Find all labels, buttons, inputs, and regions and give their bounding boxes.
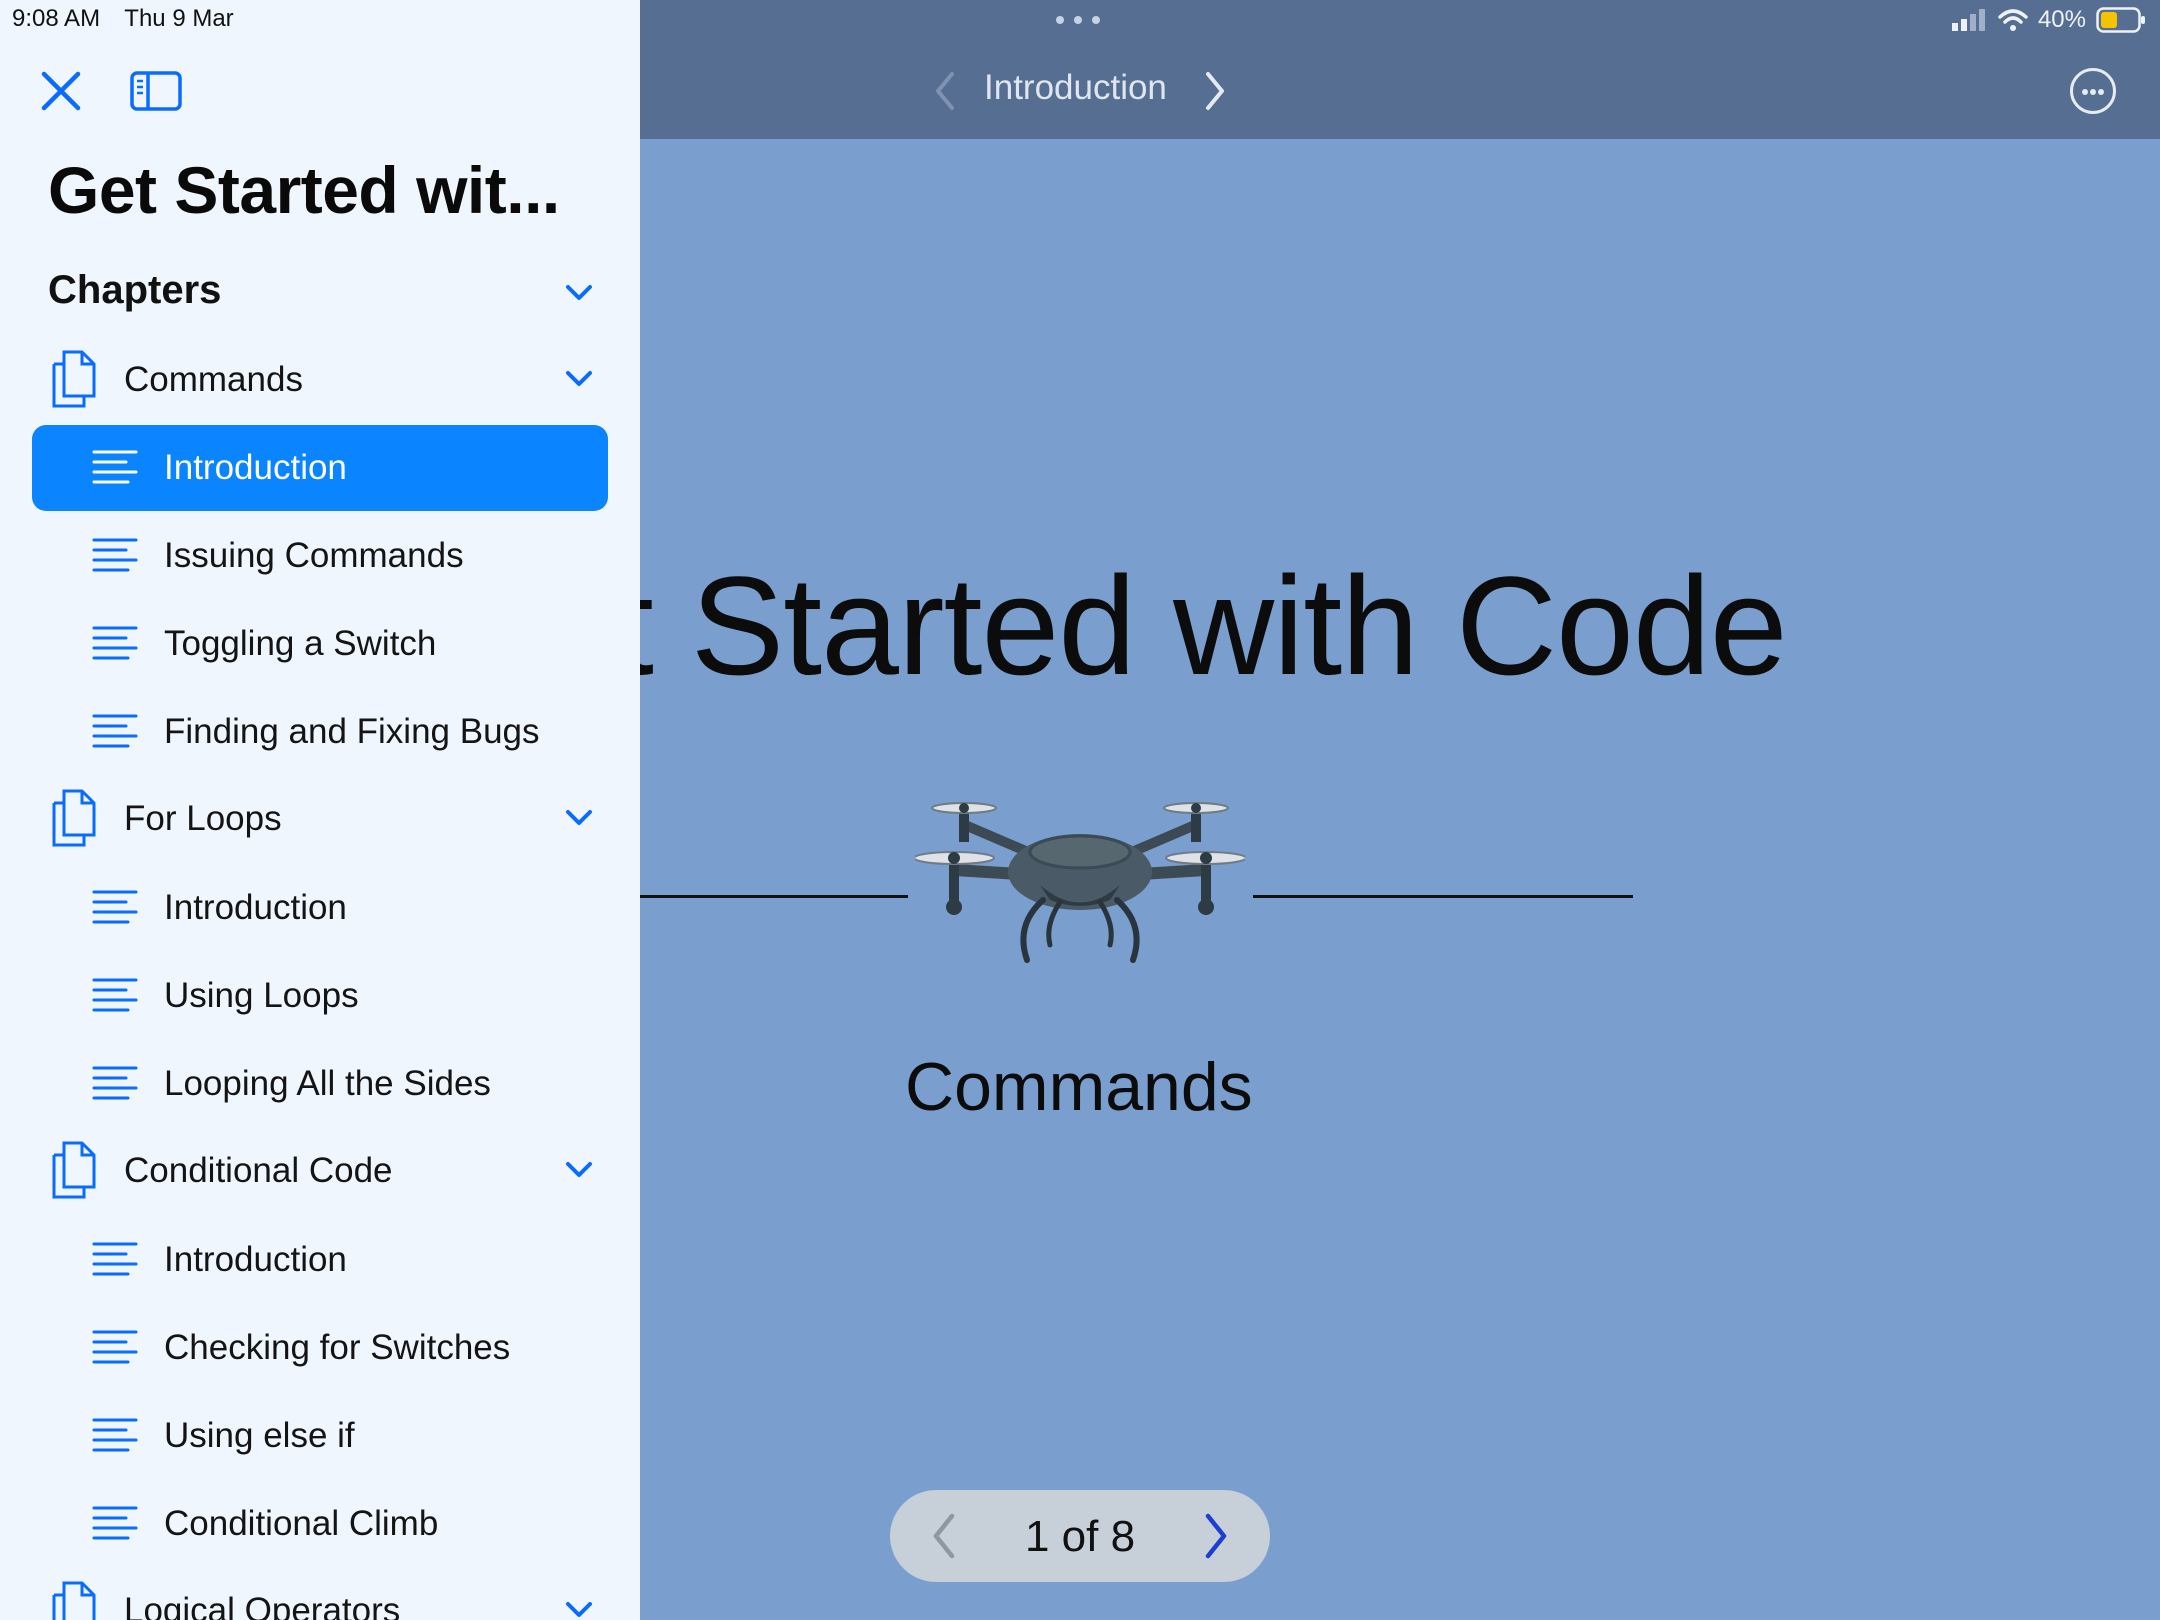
page-label: Using else if: [164, 1416, 355, 1455]
wifi-icon: [1998, 9, 2028, 31]
page-row[interactable]: Looping All the Sides: [32, 1041, 608, 1127]
page-row[interactable]: Issuing Commands: [32, 513, 608, 599]
chapter-subtitle: Commands: [905, 1049, 1253, 1125]
text-lines-icon: [92, 626, 138, 660]
text-lines-icon: [92, 1418, 138, 1452]
page-label: Looping All the Sides: [164, 1064, 491, 1103]
page-label: Finding and Fixing Bugs: [164, 712, 540, 751]
divider-right: [1253, 895, 1633, 898]
status-indicators: 40%: [1951, 4, 2146, 36]
page-row[interactable]: Using else if: [32, 1393, 608, 1479]
page-label: Issuing Commands: [164, 536, 464, 575]
text-lines-icon: [92, 450, 138, 484]
chapter-label: For Loops: [124, 799, 282, 838]
page-row[interactable]: Toggling a Switch: [32, 601, 608, 687]
chapter-conditional-code[interactable]: Conditional Code: [32, 1129, 608, 1215]
more-options-button[interactable]: [2070, 68, 2116, 114]
chevron-right-icon[interactable]: [1200, 70, 1230, 112]
battery-percentage: 40%: [2037, 6, 2086, 33]
status-time: 9:08 AM: [12, 5, 101, 32]
divider-left: [640, 895, 908, 898]
page-row[interactable]: Introduction: [32, 865, 608, 951]
multitasking-handle[interactable]: [1056, 14, 1104, 26]
chapter-logical-operators[interactable]: Logical Operators: [32, 1569, 608, 1620]
chapters-header[interactable]: Chapters: [48, 268, 221, 313]
sidebar-book-title: Get Started wit...: [48, 153, 560, 227]
chevron-down-icon[interactable]: [564, 368, 594, 390]
page-row-selected[interactable]: Introduction: [32, 425, 608, 511]
chevron-down-icon[interactable]: [564, 1599, 594, 1620]
battery-icon: [2096, 7, 2145, 33]
status-date: Thu 9 Mar: [124, 5, 234, 32]
chapter-label: Commands: [124, 360, 303, 399]
page-row[interactable]: Conditional Climb: [32, 1481, 608, 1567]
chevron-down-icon[interactable]: [564, 282, 594, 304]
text-lines-icon: [92, 1506, 138, 1540]
chevron-right-icon[interactable]: [1196, 1510, 1236, 1562]
table-of-contents-sidebar: 9:08 AM Thu 9 Mar Get Started wit... Cha…: [0, 0, 640, 1620]
page-row[interactable]: Finding and Fixing Bugs: [32, 689, 608, 775]
page-label: Using Loops: [164, 976, 359, 1015]
page-row[interactable]: Checking for Switches: [32, 1305, 608, 1391]
chapter-label: Conditional Code: [124, 1151, 393, 1190]
chevron-down-icon[interactable]: [564, 1159, 594, 1181]
document-icon: [52, 789, 96, 847]
document-icon: [52, 1581, 96, 1620]
chapter-for-loops[interactable]: For Loops: [32, 777, 608, 863]
cellular-signal-icon: [1951, 9, 1985, 31]
text-lines-icon: [92, 1330, 138, 1364]
document-icon: [52, 350, 96, 408]
text-lines-icon: [92, 714, 138, 748]
text-lines-icon: [92, 890, 138, 924]
page-label: Toggling a Switch: [164, 624, 437, 663]
chapter-commands[interactable]: Commands: [32, 338, 608, 424]
chapter-label: Logical Operators: [124, 1591, 401, 1620]
close-icon[interactable]: [40, 70, 82, 112]
page-row[interactable]: Introduction: [32, 1217, 608, 1303]
text-lines-icon: [92, 1242, 138, 1276]
page-label: Checking for Switches: [164, 1328, 511, 1367]
nav-title: Introduction: [984, 68, 1167, 107]
document-icon: [52, 1141, 96, 1199]
page-label: Conditional Climb: [164, 1504, 439, 1543]
text-lines-icon: [92, 538, 138, 572]
book-title-heading: t Started with Code: [615, 547, 1788, 704]
page-label: Introduction: [164, 888, 347, 927]
page-label: Introduction: [164, 1240, 347, 1279]
text-lines-icon: [92, 978, 138, 1012]
page-control: 1 of 8: [890, 1490, 1270, 1582]
status-time-date: 9:08 AM Thu 9 Mar: [12, 5, 252, 33]
sidebar-toggle-icon[interactable]: [130, 70, 182, 112]
drone-icon: [915, 802, 1245, 963]
text-lines-icon: [92, 1066, 138, 1100]
page-label: Introduction: [164, 448, 347, 487]
page-row[interactable]: Using Loops: [32, 953, 608, 1039]
chevron-left-icon[interactable]: [930, 70, 960, 112]
chevron-down-icon[interactable]: [564, 807, 594, 829]
